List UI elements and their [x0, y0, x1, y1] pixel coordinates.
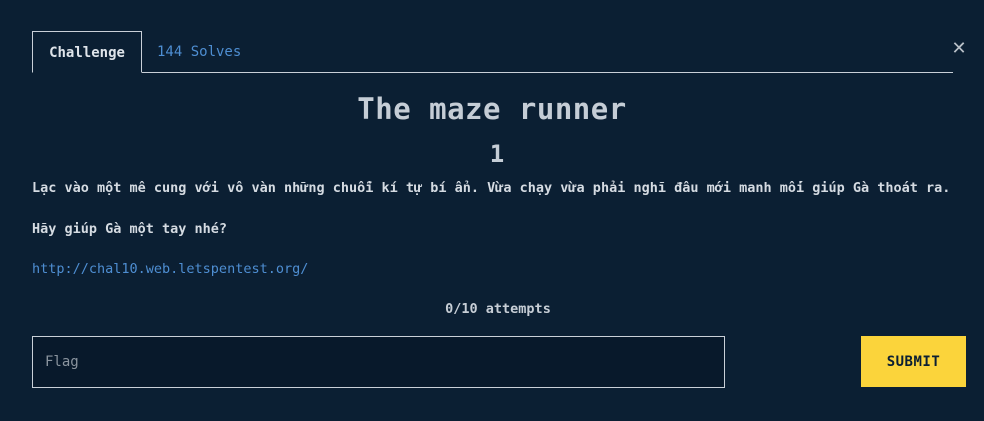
flag-input[interactable] — [32, 336, 725, 388]
challenge-title: The maze runner — [357, 92, 627, 126]
submit-button[interactable]: SUBMIT — [861, 336, 966, 387]
tab-challenge[interactable]: Challenge — [32, 31, 142, 73]
tab-solves[interactable]: 144 Solves — [157, 31, 241, 71]
challenge-tabs: Challenge 144 Solves — [32, 31, 953, 73]
challenge-description-line-1: Lạc vào một mê cung với vô vàn những chu… — [32, 180, 951, 196]
attempts-counter: 0/10 attempts — [445, 301, 551, 317]
challenge-modal: ✕ Challenge 144 Solves The maze runner 1… — [0, 0, 984, 421]
challenge-value: 1 — [489, 140, 505, 168]
challenge-link[interactable]: http://chal10.web.letspentest.org/ — [32, 261, 308, 277]
challenge-description-line-2: Hãy giúp Gà một tay nhé? — [32, 221, 228, 237]
